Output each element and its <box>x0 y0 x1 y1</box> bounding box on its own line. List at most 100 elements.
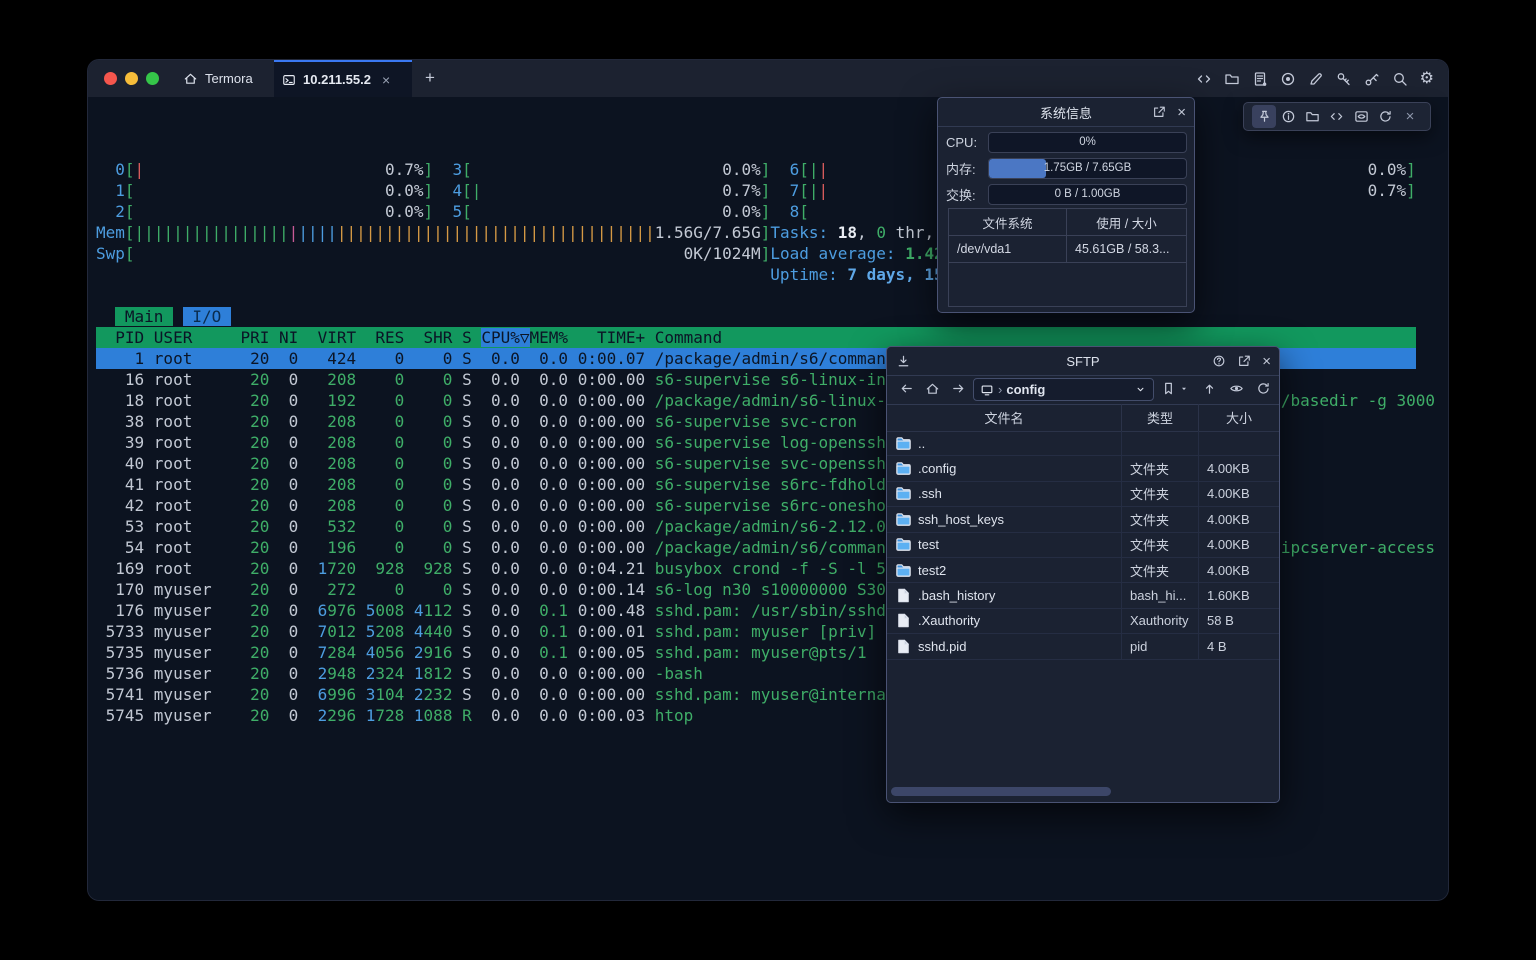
log-icon[interactable] <box>1252 71 1268 87</box>
back-button[interactable] <box>899 381 914 396</box>
process-row[interactable]: 170 myuser 20 0 272 0 0 S 0.0 0.0 0:00.1… <box>96 579 944 600</box>
open-in-window-icon[interactable] <box>1152 105 1166 119</box>
minimize-window-button[interactable] <box>125 72 138 85</box>
sftp-table-header: 文件名类型大小 <box>887 404 1279 432</box>
process-row[interactable]: 16 root 20 0 208 0 0 S 0.0 0.0 0:00.00 s… <box>96 369 1002 390</box>
tab-close-icon[interactable]: × <box>382 72 390 88</box>
folder-icon <box>896 563 911 578</box>
file-type: 文件夹 <box>1121 533 1198 557</box>
folder-icon[interactable] <box>1301 105 1325 128</box>
filesystem-row[interactable]: /dev/vda145.61GB / 58.3... <box>949 236 1186 263</box>
sftp-row[interactable]: .XauthorityXauthority58 B <box>887 609 1279 634</box>
sftp-table-rows: ...config文件夹4.00KB.ssh文件夹4.00KBssh_host_… <box>887 431 1279 660</box>
htop-tabs: Main I/O <box>96 306 231 327</box>
sftp-row[interactable]: .. <box>887 431 1279 456</box>
path-segment[interactable]: config <box>1006 382 1045 397</box>
sftp-row[interactable]: .bash_historybash_hi...1.60KB <box>887 583 1279 608</box>
htop-tab-main[interactable]: Main <box>115 307 173 326</box>
session-tab-title: 10.211.55.2 <box>303 72 371 87</box>
process-row[interactable]: 5741 myuser 20 0 6996 3104 2232 S 0.0 0.… <box>96 684 944 705</box>
sftp-column-header[interactable]: 文件名 <box>887 404 1121 431</box>
sftp-row[interactable]: .ssh文件夹4.00KB <box>887 482 1279 507</box>
show-hidden-button[interactable] <box>1229 381 1244 396</box>
settings-icon[interactable]: ⚙ <box>1420 70 1434 88</box>
horizontal-scrollbar[interactable] <box>891 787 1277 796</box>
meter-value: 0 B / 1.00GB <box>1055 188 1121 200</box>
code-icon[interactable] <box>1325 105 1349 128</box>
meter-bar: 1.75GB / 7.65GB <box>988 158 1187 179</box>
sftp-row[interactable]: .config文件夹4.00KB <box>887 456 1279 481</box>
sftp-column-header[interactable]: 类型 <box>1121 404 1198 431</box>
sftp-column-header[interactable]: 大小 <box>1198 404 1279 431</box>
folder-icon <box>896 486 911 501</box>
upload-button[interactable] <box>1202 381 1217 396</box>
open-in-window-icon[interactable] <box>1237 354 1251 368</box>
meter-label: 内存: <box>946 159 988 178</box>
file-icon <box>896 639 911 654</box>
key-icon[interactable] <box>1336 71 1352 87</box>
code-icon[interactable] <box>1196 71 1212 87</box>
bookmark-caret-icon[interactable] <box>1179 384 1189 394</box>
close-window-button[interactable] <box>104 72 117 85</box>
htop-tab-i/o[interactable]: I/O <box>183 307 231 326</box>
file-size: 58 B <box>1198 609 1279 633</box>
htop-table-header[interactable]: PID USER PRI NI VIRT RES SHR S CPU%▽MEM%… <box>96 327 1416 348</box>
session-tab[interactable]: 10.211.55.2 × <box>274 60 412 97</box>
record-icon[interactable] <box>1280 71 1296 87</box>
pin-icon[interactable] <box>1252 105 1276 128</box>
file-name: .bash_history <box>918 588 995 603</box>
process-row[interactable]: 169 root 20 0 1720 928 928 S 0.0 0.0 0:0… <box>96 558 886 579</box>
sort-column-cpu[interactable]: CPU%▽ <box>481 328 529 347</box>
help-icon[interactable] <box>1212 354 1226 368</box>
app-home[interactable]: Termora <box>183 60 253 97</box>
refresh-icon[interactable] <box>1374 105 1398 128</box>
file-name: ssh_host_keys <box>918 512 1004 527</box>
filesystem-cell: /dev/vda1 <box>949 236 1067 262</box>
new-tab-button[interactable]: + <box>419 67 441 89</box>
close-icon[interactable]: × <box>1398 105 1422 128</box>
zoom-window-button[interactable] <box>146 72 159 85</box>
sftp-row[interactable]: sshd.pidpid4 B <box>887 634 1279 659</box>
meter-label: CPU: <box>946 135 988 150</box>
close-icon[interactable]: × <box>1177 105 1186 120</box>
keychain-icon[interactable] <box>1364 71 1380 87</box>
nvidia-icon[interactable] <box>1349 105 1373 128</box>
htop-meter-line: 1[ 0.0%] 4[| 0.7%] 7[|| 0.7%] <box>96 180 1416 201</box>
meter-label: 交换: <box>946 185 988 204</box>
bookmark-button[interactable] <box>1161 381 1176 396</box>
path-breadcrumb[interactable]: › config <box>973 378 1154 401</box>
file-type: 文件夹 <box>1121 456 1198 480</box>
forward-button[interactable] <box>951 381 966 396</box>
file-size: 4.00KB <box>1198 482 1279 506</box>
sftp-row[interactable]: test2文件夹4.00KB <box>887 558 1279 583</box>
home-icon <box>183 71 198 86</box>
file-size: 4.00KB <box>1198 558 1279 582</box>
search-icon[interactable] <box>1392 71 1408 87</box>
process-row[interactable]: 42 root 20 0 208 0 0 S 0.0 0.0 0:00.00 s… <box>96 495 963 516</box>
terminal-icon <box>282 73 296 87</box>
process-row[interactable]: 41 root 20 0 208 0 0 S 0.0 0.0 0:00.00 s… <box>96 474 905 495</box>
scrollbar-thumb[interactable] <box>891 787 1111 796</box>
process-row[interactable]: 176 myuser 20 0 6976 5008 4112 S 0.0 0.1… <box>96 600 924 621</box>
process-row[interactable]: 40 root 20 0 208 0 0 S 0.0 0.0 0:00.00 s… <box>96 453 953 474</box>
process-row[interactable]: 5745 myuser 20 0 2296 1728 1088 R 0.0 0.… <box>96 705 693 726</box>
process-row[interactable]: 38 root 20 0 208 0 0 S 0.0 0.0 0:00.00 s… <box>96 411 857 432</box>
info-icon[interactable] <box>1276 105 1300 128</box>
sftp-row[interactable]: ssh_host_keys文件夹4.00KB <box>887 507 1279 532</box>
refresh-button[interactable] <box>1256 381 1271 396</box>
file-type: 文件夹 <box>1121 558 1198 582</box>
home-button[interactable] <box>925 381 940 396</box>
folder-icon[interactable] <box>1224 71 1240 87</box>
process-row[interactable]: 5735 myuser 20 0 7284 4056 2916 S 0.0 0.… <box>96 642 867 663</box>
process-row[interactable]: 5736 myuser 20 0 2948 2324 1812 S 0.0 0.… <box>96 663 703 684</box>
sftp-row[interactable]: test文件夹4.00KB <box>887 533 1279 558</box>
file-size: 4.00KB <box>1198 533 1279 557</box>
app-label: Termora <box>205 71 253 86</box>
chevron-down-icon[interactable] <box>1134 383 1147 396</box>
file-icon <box>896 588 911 603</box>
process-row[interactable]: 5733 myuser 20 0 7012 5208 4440 S 0.0 0.… <box>96 621 876 642</box>
process-row[interactable]: 39 root 20 0 208 0 0 S 0.0 0.0 0:00.00 s… <box>96 432 953 453</box>
edit-icon[interactable] <box>1308 71 1324 87</box>
sysinfo-meter: CPU:0% <box>946 132 1187 152</box>
close-icon[interactable]: × <box>1262 354 1271 369</box>
